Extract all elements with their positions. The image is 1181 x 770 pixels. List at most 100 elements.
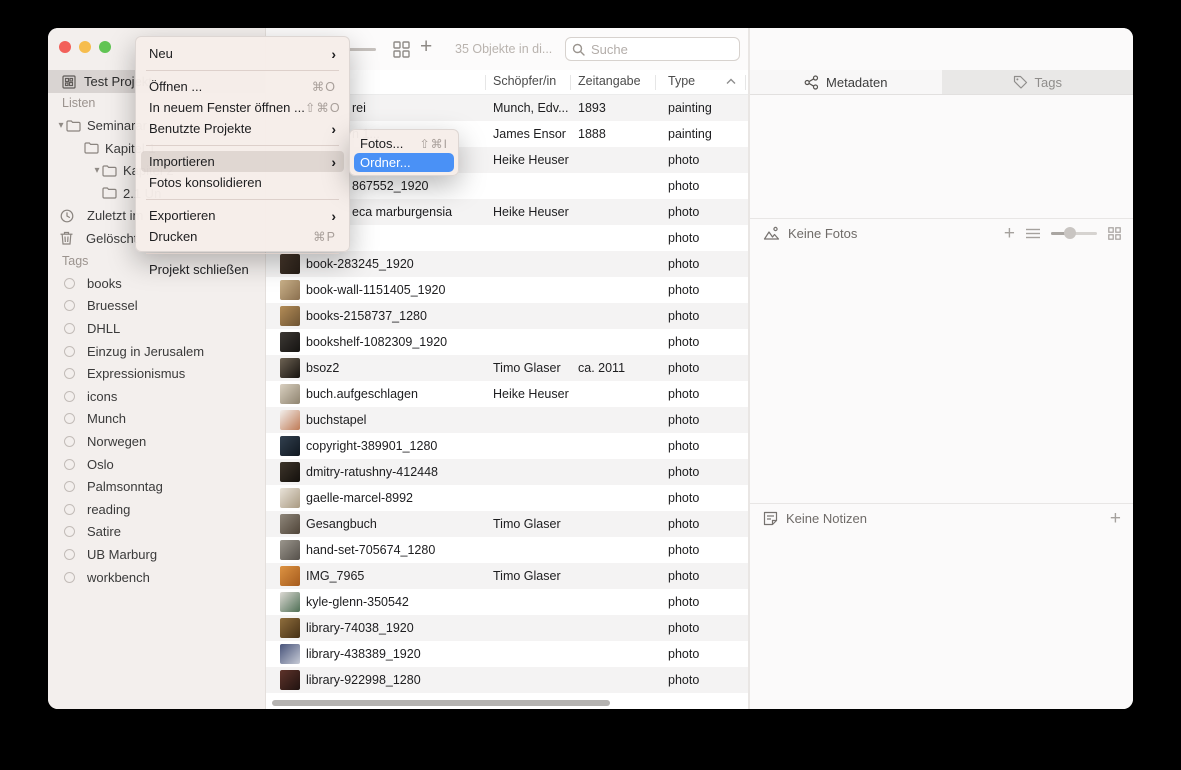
- sidebar-tag-ub-marburg[interactable]: UB Marburg: [48, 543, 265, 566]
- table-row[interactable]: GesangbuchTimo Glaserphoto: [266, 511, 748, 537]
- table-row[interactable]: dmitry-ratushny-412448photo: [266, 459, 748, 485]
- sidebar-tag-expressionismus[interactable]: Expressionismus: [48, 362, 265, 385]
- list-view-icon[interactable]: [1026, 228, 1040, 239]
- table-row[interactable]: books-2158737_1280photo: [266, 303, 748, 329]
- folder-icon: [102, 187, 117, 199]
- tag-circle-icon: [64, 481, 75, 492]
- zoom-button[interactable]: [99, 41, 111, 53]
- object-thumbnail: [280, 306, 300, 326]
- import-submenu: Fotos...⇧⌘IOrdner...: [349, 129, 459, 176]
- sidebar-tag-workbench[interactable]: workbench: [48, 566, 265, 589]
- app-window: Test Projekt Listen▾SeminararKapitel 1▾K…: [48, 28, 1133, 709]
- tab-tags[interactable]: Tags: [942, 70, 1134, 94]
- notes-empty-label: Keine Notizen: [786, 511, 867, 526]
- submenu-arrow-icon: ›: [331, 47, 336, 61]
- object-count-label: 35 Objekte in di...: [455, 42, 552, 56]
- photos-icon: [763, 226, 780, 241]
- share-nodes-icon: [804, 75, 819, 90]
- tag-circle-icon: [64, 391, 75, 402]
- tag-circle-icon: [64, 413, 75, 424]
- object-thumbnail: [280, 514, 300, 534]
- minimize-button[interactable]: [79, 41, 91, 53]
- menu-item-benutzte-projekte[interactable]: Benutzte Projekte›: [141, 118, 344, 139]
- tag-circle-icon: [64, 526, 75, 537]
- table-row[interactable]: library-922998_1280photo: [266, 667, 748, 693]
- tag-circle-icon: [64, 278, 75, 289]
- object-thumbnail: [280, 618, 300, 638]
- project-menu: Neu› Öffnen ...⌘OIn neuem Fenster öffnen …: [135, 36, 350, 252]
- grid-view-icon[interactable]: [393, 41, 410, 58]
- table-row[interactable]: library-74038_1920photo: [266, 615, 748, 641]
- sidebar-tag-bruessel[interactable]: Bruessel: [48, 295, 265, 318]
- table-row[interactable]: book-wall-1151405_1920photo: [266, 277, 748, 303]
- menu-item-drucken[interactable]: Drucken⌘P: [141, 226, 344, 247]
- object-thumbnail: [280, 462, 300, 482]
- sidebar-tag-einzug-in-jerusalem[interactable]: Einzug in Jerusalem: [48, 340, 265, 363]
- tag-circle-icon: [64, 504, 75, 515]
- sidebar-tag-munch[interactable]: Munch: [48, 408, 265, 431]
- object-thumbnail: [280, 670, 300, 690]
- add-note-button[interactable]: +: [1110, 509, 1121, 528]
- table-row[interactable]: bookshelf-1082309_1920photo: [266, 329, 748, 355]
- tag-circle-icon: [64, 459, 75, 470]
- thumbnail-size-slider[interactable]: [348, 48, 376, 51]
- sidebar-tag-satire[interactable]: Satire: [48, 521, 265, 544]
- submenu-arrow-icon: ›: [331, 155, 336, 169]
- menu-item-exportieren[interactable]: Exportieren›: [141, 205, 344, 226]
- tab-metadaten[interactable]: Metadaten: [750, 70, 942, 94]
- table-row[interactable]: buch.aufgeschlagenHeike Heuserphoto: [266, 381, 748, 407]
- menu-item-importieren[interactable]: Importieren›: [141, 151, 344, 172]
- sidebar-tag-oslo[interactable]: Oslo: [48, 453, 265, 476]
- folder-icon: [102, 165, 117, 177]
- disclosure-triangle-icon[interactable]: ▾: [56, 120, 66, 131]
- note-icon: [763, 511, 778, 526]
- menu-item-fotos-konsolidieren[interactable]: Fotos konsolidieren: [141, 172, 344, 193]
- table-row[interactable]: kyle-glenn-350542photo: [266, 589, 748, 615]
- sidebar-tag-dhll[interactable]: DHLL: [48, 317, 265, 340]
- sidebar-tag-reading[interactable]: reading: [48, 498, 265, 521]
- column-header-creator[interactable]: Schöpfer/in: [493, 74, 556, 88]
- horizontal-scrollbar[interactable]: [272, 700, 610, 706]
- photos-section-header: Keine Fotos +: [750, 220, 1133, 246]
- submenu-arrow-icon: ›: [331, 209, 336, 223]
- submenu-item-ordner-[interactable]: Ordner...: [354, 153, 454, 172]
- object-thumbnail: [280, 280, 300, 300]
- menu-item-neu[interactable]: Neu›: [141, 43, 344, 64]
- column-header-type[interactable]: Type: [668, 74, 695, 88]
- photos-grid-icon[interactable]: [1108, 227, 1121, 240]
- menu-item-in-neuem-fenster-ffnen-[interactable]: In neuem Fenster öffnen ...⇧⌘O: [141, 97, 344, 118]
- column-header-date[interactable]: Zeitangabe: [578, 74, 641, 88]
- inspector-tabbar: Metadaten Tags: [750, 70, 1133, 95]
- sidebar-tag-norwegen[interactable]: Norwegen: [48, 430, 265, 453]
- sidebar-tag-palmsonntag[interactable]: Palmsonntag: [48, 475, 265, 498]
- add-photo-button[interactable]: +: [1004, 224, 1015, 243]
- notes-section-header: Keine Notizen +: [750, 505, 1133, 531]
- table-row[interactable]: IMG_7965Timo Glaserphoto: [266, 563, 748, 589]
- tag-icon: [1013, 75, 1028, 90]
- search-input[interactable]: [589, 41, 709, 58]
- tab-metadaten-label: Metadaten: [826, 75, 887, 90]
- inspector-panel: Metadaten Tags Keine Fotos +: [750, 28, 1133, 709]
- submenu-item-fotos-[interactable]: Fotos...⇧⌘I: [354, 134, 454, 153]
- menu-item-projekt-schlie-en[interactable]: Projekt schließen: [141, 259, 344, 280]
- sidebar-tag-icons[interactable]: icons: [48, 385, 265, 408]
- table-row[interactable]: bsoz2Timo Glaserca. 2011photo: [266, 355, 748, 381]
- close-button[interactable]: [59, 41, 71, 53]
- slider-knob[interactable]: [1064, 227, 1076, 239]
- object-thumbnail: [280, 540, 300, 560]
- table-row[interactable]: copyright-389901_1280photo: [266, 433, 748, 459]
- disclosure-triangle-icon[interactable]: ▾: [92, 165, 102, 176]
- search-field[interactable]: [565, 37, 740, 61]
- table-row[interactable]: gaelle-marcel-8992photo: [266, 485, 748, 511]
- table-row[interactable]: hand-set-705674_1280photo: [266, 537, 748, 563]
- folder-icon: [66, 120, 81, 132]
- tag-circle-icon: [64, 549, 75, 560]
- project-icon: [62, 75, 76, 89]
- photo-size-slider[interactable]: [1051, 232, 1097, 235]
- add-object-button[interactable]: +: [420, 35, 432, 59]
- table-row[interactable]: library-438389_1920photo: [266, 641, 748, 667]
- search-icon: [572, 43, 585, 56]
- object-thumbnail: [280, 358, 300, 378]
- menu-item--ffnen-[interactable]: Öffnen ...⌘O: [141, 76, 344, 97]
- table-row[interactable]: buchstapelphoto: [266, 407, 748, 433]
